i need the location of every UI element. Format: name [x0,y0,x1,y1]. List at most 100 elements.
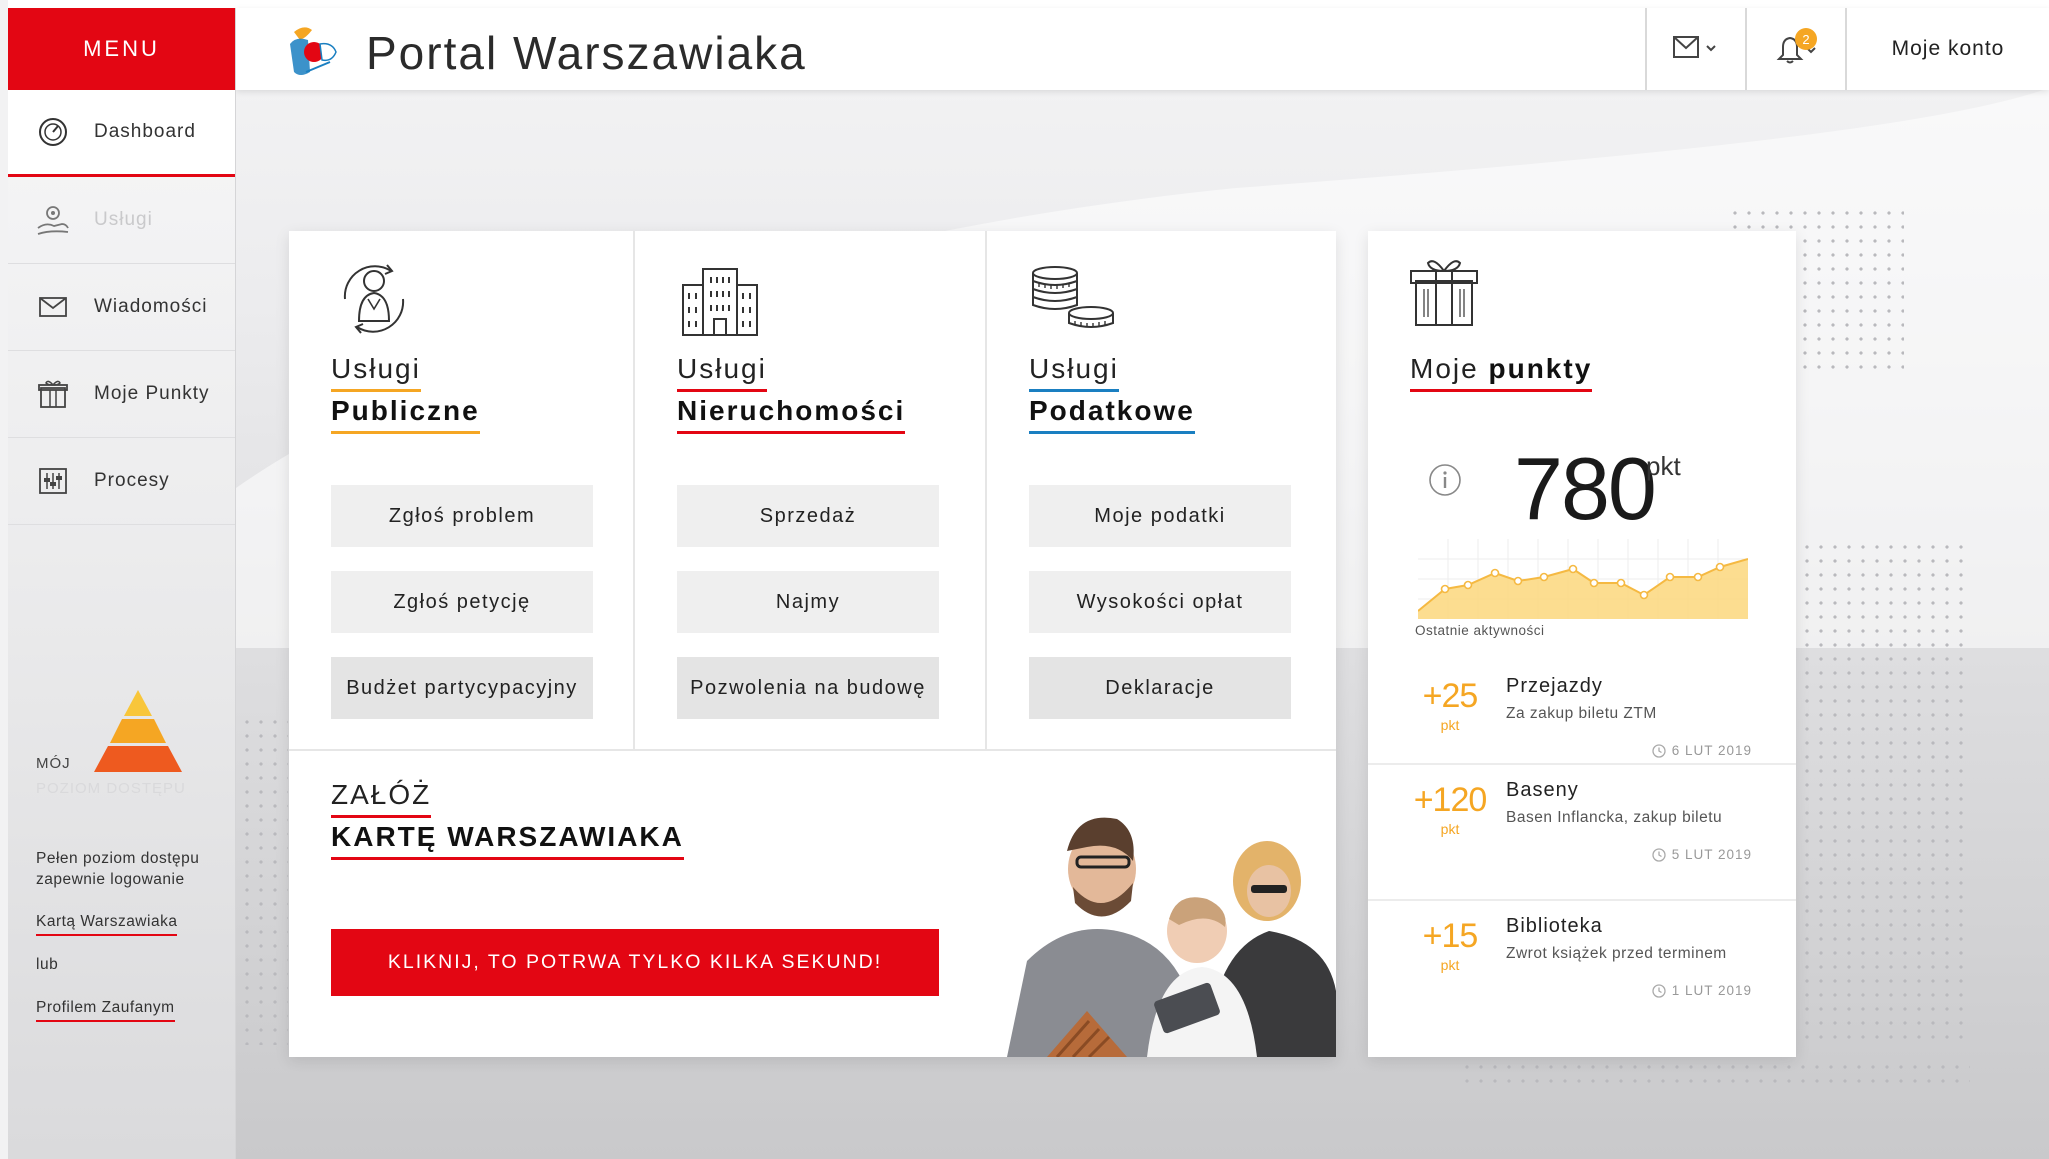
clock-icon [1652,983,1666,998]
sidebar-item-label: Dashboard [94,121,196,142]
my-account-button[interactable]: Moje konto [1845,8,2049,90]
notifications-dropdown-button[interactable]: 2 [1745,8,1845,90]
activity-name: Biblioteka [1506,915,1603,937]
divider [289,749,1336,751]
sidebar-item-label: Procesy [94,470,170,491]
moje-podatki-button[interactable]: Moje podatki [1029,485,1291,547]
services-icon [36,203,70,237]
decor-dots [1800,540,1970,1040]
activity-item[interactable]: +120 pkt Baseny Basen Inflancka, zakup b… [1368,763,1796,899]
activity-date-text: 6 LUT 2019 [1671,743,1752,758]
column-subtitle: Publiczne [331,395,480,434]
access-level-indicator: MÓJ POZIOM DOSTĘPU [36,690,216,800]
public-services-column: Usługi Publiczne Zgłoś problem Zgłoś pet… [289,231,635,749]
clock-icon [1652,847,1666,862]
tax-services-column: Usługi Podatkowe Moje podatki Wysokości … [987,231,1336,749]
clock-icon [1652,743,1666,758]
points-title-bold: punkty [1488,353,1593,384]
services-card: Usługi Publiczne Zgłoś problem Zgłoś pet… [289,231,1336,1057]
deklaracje-button[interactable]: Deklaracje [1029,657,1291,719]
pozwolenia-na-budowe-button[interactable]: Pozwolenia na budowę [677,657,939,719]
menu-header[interactable]: MENU [8,8,235,90]
points-title: Moje punkty [1410,353,1593,392]
info-icon[interactable] [1428,463,1462,497]
get-card-cta-button[interactable]: KLIKNIJ, TO POTRWA TYLKO KILKA SEKUND! [331,929,939,996]
karta-title: ZAŁÓŻ [331,779,432,818]
window-frame [0,0,8,1159]
chevron-down-icon [1706,45,1716,52]
sidebar-item-label: Usługi [94,209,153,230]
activity-date: 1 LUT 2019 [1652,983,1752,998]
activity-points-unit: pkt [1440,821,1460,837]
sidebar-item-services[interactable]: Usługi [8,177,235,264]
sidebar-item-messages[interactable]: Wiadomości [8,264,235,351]
access-level-sublabel: POZIOM DOSTĘPU [36,780,186,797]
sidebar-item-my-points[interactable]: Moje Punkty [8,351,235,438]
activity-item[interactable]: +15 pkt Biblioteka Zwrot książek przed t… [1368,899,1796,1035]
activity-name: Przejazdy [1506,675,1603,697]
activity-points: +120 [1413,781,1488,819]
activity-sparkline [1418,539,1748,619]
access-link-wrapper: Kartą Warszawiaka [36,911,178,936]
najmy-button[interactable]: Najmy [677,571,939,633]
activity-points-unit: pkt [1440,957,1460,973]
sprzedaz-button[interactable]: Sprzedaż [677,485,939,547]
envelope-icon [1673,36,1716,58]
access-level-label: MÓJ [36,755,71,772]
column-subtitle: Podatkowe [1029,395,1195,434]
gift-icon [1410,260,1478,326]
decor-dots [1460,1060,1970,1088]
access-link-wrapper: Profilem Zaufanym [36,997,175,1022]
gift-icon [36,377,70,411]
column-subtitle: Nieruchomości [677,395,906,434]
sidebar-item-dashboard[interactable]: Dashboard [8,90,235,177]
points-total: 780 [1514,439,1657,538]
column-title: Usługi [331,353,421,392]
activity-date-text: 5 LUT 2019 [1671,847,1752,862]
column-title: Usługi [1029,353,1119,392]
sparkline-caption: Ostatnie aktywności [1415,623,1545,638]
activity-description: Zwrot książek przed terminem [1506,945,1727,962]
wysokosci-oplat-button[interactable]: Wysokości opłat [1029,571,1291,633]
sidebar-item-processes[interactable]: Procesy [8,438,235,525]
activity-date-text: 1 LUT 2019 [1671,983,1752,998]
karta-subtitle: KARTĘ WARSZAWIAKA [331,821,684,860]
real-estate-services-column: Usługi Nieruchomości Sprzedaż Najmy Pozw… [635,231,987,749]
coins-icon [1032,266,1114,328]
activity-date: 6 LUT 2019 [1652,743,1752,758]
profil-zaufany-link[interactable]: Profilem Zaufanym [36,999,175,1022]
sidebar-item-label: Moje Punkty [94,383,210,404]
column-title: Usługi [677,353,767,392]
activity-description: Za zakup biletu ZTM [1506,705,1657,722]
citizen-icon [343,264,405,334]
my-points-card: Moje punkty 780 pkt Ostatnie aktywności [1368,231,1796,1057]
points-unit: pkt [1646,451,1681,481]
access-info-text: Pełen poziom dostępu zapewnie logowanie [36,850,200,888]
process-icon [36,464,70,498]
activity-name: Baseny [1506,779,1579,801]
window-frame [0,0,2049,8]
zglos-problem-button[interactable]: Zgłoś problem [331,485,593,547]
activity-date: 5 LUT 2019 [1652,847,1752,862]
dashboard-icon [36,115,70,149]
sidebar: MENU Dashboard Usługi Wiadomości Moje Pu… [8,8,236,1159]
sidebar-item-label: Wiadomości [94,296,208,317]
activity-points: +15 [1422,917,1479,955]
pyramid-icon [94,690,182,772]
warsaw-logo-icon[interactable] [286,22,342,84]
app-title: Portal Warszawiaka [366,27,807,79]
messages-dropdown-button[interactable] [1645,8,1745,90]
zglos-petycje-button[interactable]: Zgłoś petycję [331,571,593,633]
envelope-icon [36,290,70,324]
activity-points: +25 [1422,677,1479,715]
building-icon [682,268,758,336]
family-photo [1007,791,1336,1057]
karta-warszawiaka-link[interactable]: Kartą Warszawiaka [36,913,178,936]
top-bar: Portal Warszawiaka 2 Moje konto [236,8,2049,90]
notification-count-badge: 2 [1795,28,1817,50]
budzet-partycypacyjny-button[interactable]: Budżet partycypacyjny [331,657,593,719]
activity-description: Basen Inflancka, zakup biletu [1506,809,1723,826]
access-or-text: lub [36,956,59,973]
points-title-normal: Moje [1410,353,1479,384]
decor-dots [240,715,288,1045]
